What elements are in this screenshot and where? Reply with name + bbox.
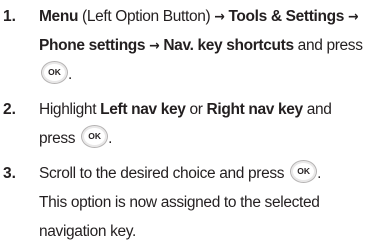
step-number: 1.: [3, 8, 16, 25]
instruction-text: and press: [293, 37, 363, 54]
step-1-text: Menu (Left Option Button) → Tools & Sett…: [39, 2, 384, 89]
instruction-text: navigation key.: [39, 223, 136, 240]
step-line: This option is now assigned to the selec…: [39, 188, 384, 217]
step-number: 2.: [3, 101, 16, 118]
menu-path-text: Left nav key: [100, 101, 186, 118]
menu-path-text: Right nav key: [206, 101, 304, 118]
step-line: Phone settings → Nav. key shortcuts and …: [39, 31, 384, 60]
arrow-right-icon: →: [347, 9, 359, 25]
step-line: press OK.: [39, 124, 384, 153]
step-line: navigation key.: [39, 217, 384, 246]
menu-path-text: Nav. key shortcuts: [159, 37, 294, 54]
step-line: Menu (Left Option Button) → Tools & Sett…: [39, 2, 384, 31]
step-line: OK.: [39, 60, 384, 89]
menu-path-text: Phone settings: [39, 37, 150, 54]
step-line: Scroll to the desired choice and press O…: [39, 159, 384, 188]
instruction-text: (Left Option Button): [78, 8, 215, 25]
arrow-right-icon: →: [149, 38, 160, 54]
step-2-text: Highlight Left nav key or Right nav key …: [39, 95, 384, 153]
instruction-text: .: [68, 66, 72, 83]
ok-key-icon: OK: [290, 160, 318, 184]
instruction-text: press: [39, 130, 80, 147]
step-3-text: Scroll to the desired choice and press O…: [39, 159, 384, 246]
instruction-text: Scroll to the desired choice and press: [39, 165, 289, 182]
instruction-text: This option is now assigned to the selec…: [39, 194, 320, 211]
ok-key-icon: OK: [81, 125, 109, 149]
instruction-text: .: [317, 165, 322, 182]
instruction-text: .: [108, 130, 113, 147]
step-line: Highlight Left nav key or Right nav key …: [39, 95, 384, 124]
instruction-steps: 1. Menu (Left Option Button) → Tools & S…: [0, 0, 387, 250]
arrow-right-icon: →: [214, 9, 225, 25]
instruction-text: Highlight: [39, 101, 101, 118]
menu-path-text: Menu: [39, 8, 79, 25]
instruction-text: and: [302, 101, 332, 118]
ok-key-icon: OK: [41, 61, 68, 85]
step-number: 3.: [3, 165, 16, 182]
instruction-text: or: [185, 101, 207, 118]
menu-path-text: Tools & Settings: [224, 8, 348, 25]
